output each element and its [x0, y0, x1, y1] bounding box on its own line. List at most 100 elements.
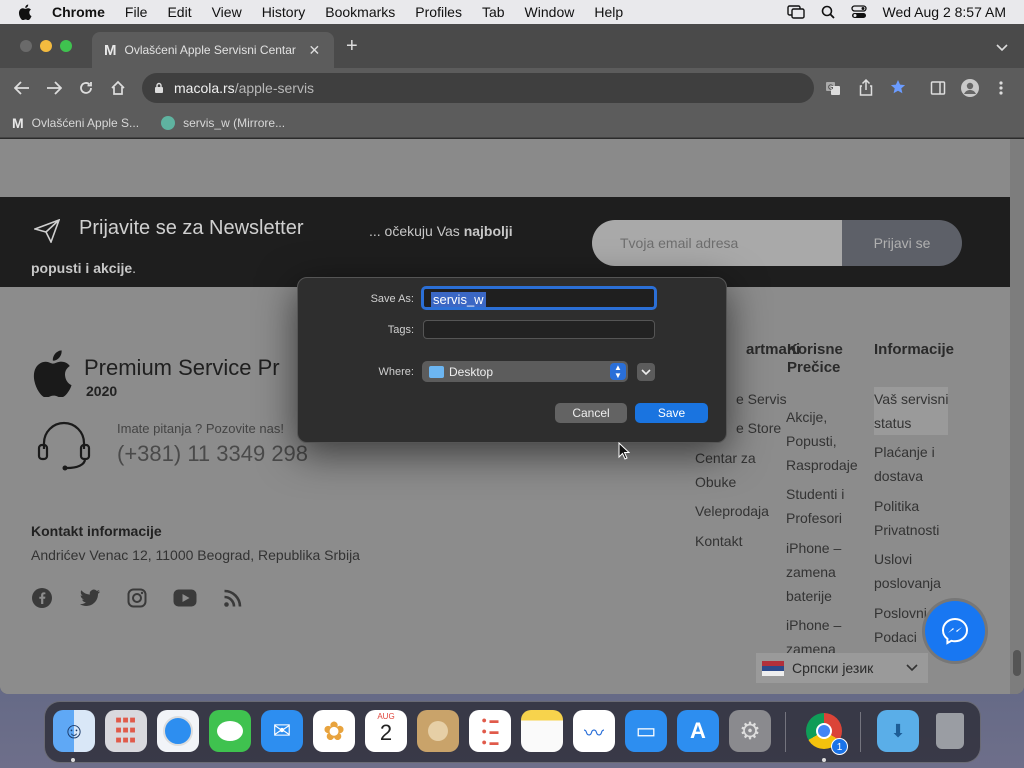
- control-center-icon[interactable]: [850, 5, 867, 19]
- messenger-chat-button[interactable]: [925, 601, 985, 661]
- newsletter-text-line2: popusti i akcije.: [31, 260, 136, 276]
- chevron-down-icon: [906, 664, 918, 672]
- bookmark-star-icon[interactable]: [890, 79, 906, 95]
- footer-link[interactable]: Centar za Obuke: [695, 446, 756, 494]
- keynote-icon[interactable]: ▭: [625, 710, 667, 752]
- bookmark-item[interactable]: servis_w (Mirrore...: [161, 115, 285, 130]
- footer-link[interactable]: Studenti i Profesori: [786, 482, 844, 530]
- instagram-icon[interactable]: [127, 588, 147, 608]
- menu-file[interactable]: File: [125, 4, 148, 20]
- footer-link[interactable]: Plaćanje i dostava: [874, 440, 935, 488]
- minimize-window-button[interactable]: [40, 40, 52, 52]
- footer-link[interactable]: Kontakt: [695, 529, 742, 553]
- footer-link[interactable]: Vaš servisni status: [874, 387, 949, 435]
- notes-icon[interactable]: [521, 710, 563, 752]
- menu-app-name[interactable]: Chrome: [52, 4, 105, 20]
- apple-menu-icon[interactable]: [18, 4, 32, 20]
- where-label: Where:: [378, 366, 414, 378]
- tab-search-chevron-icon[interactable]: [996, 44, 1008, 52]
- share-icon[interactable]: [859, 79, 873, 96]
- more-menu-icon[interactable]: [998, 80, 1004, 96]
- language-selector[interactable]: Српски језик: [756, 653, 928, 683]
- menu-profiles[interactable]: Profiles: [415, 4, 462, 20]
- contact-heading: Kontakt informacije: [31, 523, 162, 539]
- back-arrow-icon[interactable]: [14, 81, 30, 95]
- zoom-window-button[interactable]: [60, 40, 72, 52]
- cancel-button[interactable]: Cancel: [555, 403, 627, 423]
- footer-link[interactable]: Politika Privatnosti: [874, 494, 939, 542]
- photos-icon[interactable]: ✿: [313, 710, 355, 752]
- chrome-icon[interactable]: 1: [803, 710, 848, 755]
- profile-avatar-icon[interactable]: [960, 78, 980, 98]
- contacts-icon[interactable]: [417, 710, 459, 752]
- side-panel-icon[interactable]: [930, 80, 946, 96]
- menu-tab[interactable]: Tab: [482, 4, 505, 20]
- save-as-field[interactable]: servis_w: [421, 286, 657, 310]
- dock: ☺ ■■■ ■■■ ■■■ ✉ ✿ AUG 2 ● ▬ ● ▬ ● ▬ 〰 ▭ A ⚙ …: [44, 701, 981, 763]
- footer-link[interactable]: Poslovni Podaci: [874, 601, 927, 649]
- tags-field[interactable]: [423, 320, 655, 339]
- translate-icon[interactable]: G: [825, 80, 841, 96]
- menu-clock[interactable]: Wed Aug 2 8:57 AM: [883, 4, 1007, 20]
- menu-window[interactable]: Window: [525, 4, 575, 20]
- tab-title: Ovlašćeni Apple Servisni Centar: [124, 43, 296, 57]
- calendar-icon[interactable]: AUG 2: [365, 710, 407, 752]
- footer-link[interactable]: e Servis: [736, 387, 787, 411]
- contact-question: Imate pitanja ? Pozovite nas!: [117, 421, 284, 436]
- email-input[interactable]: Tvoja email adresa: [592, 220, 844, 266]
- tab-active[interactable]: M Ovlašćeni Apple Servisni Centar ✕: [92, 32, 334, 68]
- mail-icon[interactable]: ✉: [261, 710, 303, 752]
- subscribe-button[interactable]: Prijavi se: [842, 220, 962, 266]
- system-settings-icon[interactable]: ⚙: [729, 710, 771, 752]
- freeform-icon[interactable]: 〰: [573, 710, 615, 752]
- footer-link[interactable]: Veleprodaja: [695, 499, 769, 523]
- screen-mirroring-icon[interactable]: [786, 5, 805, 19]
- twitter-icon[interactable]: [79, 588, 101, 608]
- messenger-icon: [941, 617, 969, 645]
- safari-icon[interactable]: [157, 710, 199, 752]
- close-window-button[interactable]: [20, 40, 32, 52]
- footer-link[interactable]: iPhone – zamena baterije: [786, 536, 841, 608]
- bookmarks-bar: M Ovlašćeni Apple S... servis_w (Mirrore…: [0, 108, 1024, 138]
- brand-title: Premium Service Pr: [84, 355, 280, 380]
- footer-link[interactable]: e Store: [736, 416, 781, 440]
- bookmark-item[interactable]: M Ovlašćeni Apple S...: [12, 115, 139, 131]
- new-tab-icon[interactable]: +: [346, 36, 358, 56]
- social-links: [31, 587, 243, 609]
- trash-icon[interactable]: [929, 710, 971, 752]
- dock-divider: [785, 712, 786, 752]
- menu-edit[interactable]: Edit: [167, 4, 191, 20]
- close-tab-icon[interactable]: ✕: [309, 42, 321, 59]
- footer-link[interactable]: Uslovi poslovanja: [874, 547, 941, 595]
- spotlight-search-icon[interactable]: [821, 5, 835, 19]
- phone-number[interactable]: (+381) 11 3349 298: [117, 441, 308, 467]
- lock-icon[interactable]: [154, 82, 164, 94]
- footer-link[interactable]: Akcije, Popusti, Rasprodaje: [786, 405, 858, 477]
- brand-year: 2020: [86, 383, 118, 399]
- save-button[interactable]: Save: [635, 403, 708, 423]
- menu-view[interactable]: View: [212, 4, 242, 20]
- youtube-icon[interactable]: [173, 589, 197, 607]
- rss-icon[interactable]: [223, 588, 243, 608]
- scrollbar-thumb[interactable]: [1013, 650, 1021, 676]
- expand-dialog-button[interactable]: [637, 363, 655, 381]
- address-bar[interactable]: macola.rs/apple-servis: [142, 73, 814, 103]
- launchpad-icon[interactable]: ■■■ ■■■ ■■■: [105, 710, 147, 752]
- where-popup[interactable]: Desktop ▲ ▼: [422, 361, 628, 382]
- menu-history[interactable]: History: [262, 4, 306, 20]
- downloads-folder-icon[interactable]: ⬇: [877, 710, 919, 752]
- forward-arrow-icon[interactable]: [46, 81, 62, 95]
- page-scrollbar[interactable]: [1010, 139, 1024, 694]
- footer-col2-title: Korisne Prečice: [787, 341, 843, 376]
- paper-plane-icon: [34, 219, 60, 243]
- home-icon[interactable]: [110, 80, 126, 96]
- messages-icon[interactable]: [209, 710, 251, 752]
- menu-bookmarks[interactable]: Bookmarks: [325, 4, 395, 20]
- footer-col3-title: Informacije: [874, 341, 955, 358]
- menu-help[interactable]: Help: [594, 4, 623, 20]
- app-store-icon[interactable]: A: [677, 710, 719, 752]
- reload-icon[interactable]: [78, 80, 94, 96]
- reminders-icon[interactable]: ● ▬ ● ▬ ● ▬: [469, 710, 511, 752]
- facebook-icon[interactable]: [31, 587, 53, 609]
- finder-icon[interactable]: ☺: [53, 710, 95, 752]
